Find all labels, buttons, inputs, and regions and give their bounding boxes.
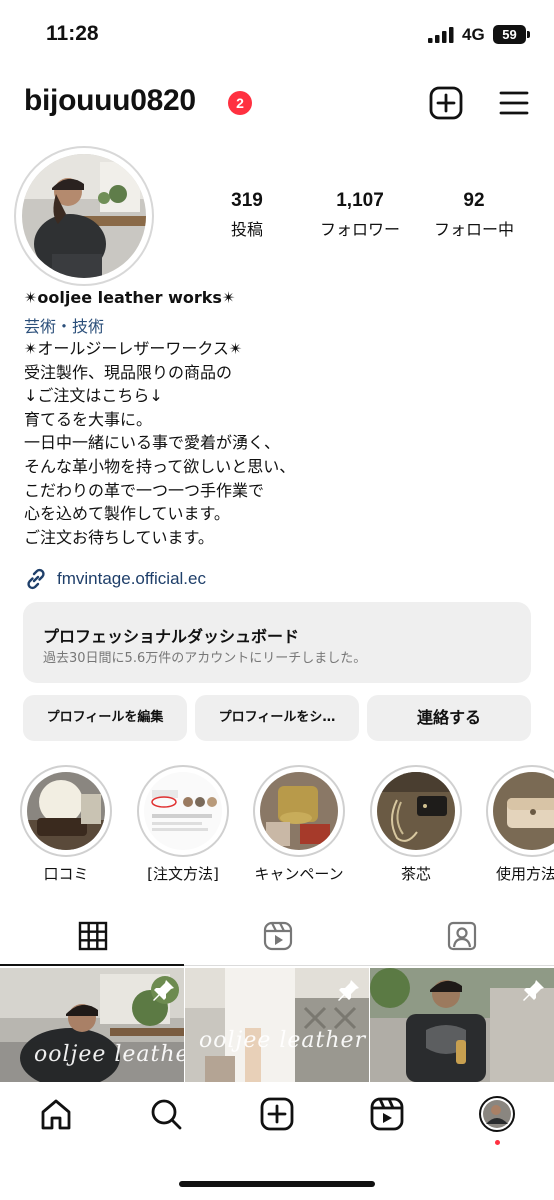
notification-badge: 2 (228, 91, 252, 115)
bottom-nav (0, 1082, 554, 1200)
link-icon (27, 568, 45, 590)
profile-avatar[interactable] (14, 146, 154, 286)
stat-followers[interactable]: 1,107 フォロワー (310, 190, 410, 240)
highlight-label: 使用方法 (496, 865, 554, 883)
bio-line: ↓ご注文はこちら↓ (24, 386, 163, 406)
profile-notification-dot (495, 1140, 500, 1145)
username-title[interactable]: bijouuu0820 (24, 84, 196, 118)
stat-following-label: フォロー中 (433, 220, 514, 239)
highlight-label: キャンペーン (254, 865, 344, 883)
highlight-item[interactable]: キャンペーン (253, 765, 345, 884)
bio-line: こだわりの革で一つ一つ手作業で (24, 480, 265, 500)
search-icon[interactable] (148, 1096, 184, 1132)
tab-grid[interactable] (0, 918, 184, 966)
highlight-cover (144, 772, 222, 850)
bio-text: ✴︎オールジーレザーワークス✴︎ 受注製作、現品限りの商品の ↓ご注文はこちら↓… (24, 337, 524, 549)
home-icon[interactable] (38, 1096, 74, 1132)
bio-line: 一日中一緒にいる事で愛着が湧く、 (24, 433, 281, 453)
bio-display-name: ✴︎ooljee leather works✴︎ (24, 288, 236, 307)
tab-reels[interactable] (185, 918, 369, 966)
highlight-item[interactable]: 口コミ (20, 765, 112, 884)
highlight-label: [注文方法] (147, 865, 219, 883)
status-time: 11:28 (46, 22, 99, 45)
menu-icon[interactable] (499, 88, 529, 118)
signal-icon (428, 27, 454, 43)
battery-cap (527, 31, 530, 38)
reels-icon (263, 921, 293, 951)
dashboard-title: プロフェッショナルダッシュボード (43, 627, 300, 646)
bio-category[interactable]: 芸術・技術 (24, 313, 104, 337)
highlight-cover (260, 772, 338, 850)
bio-line: 育てるを大事に。 (24, 409, 153, 429)
reels-nav-icon[interactable] (369, 1096, 405, 1132)
pin-icon (523, 980, 544, 1001)
post-thumbnail[interactable] (370, 968, 554, 1082)
stat-followers-value: 1,107 (336, 190, 384, 211)
edit-profile-button[interactable]: プロフィールを編集 (23, 695, 187, 741)
create-icon[interactable] (259, 1096, 295, 1132)
bio-link-text[interactable]: fmvintage.official.ec (57, 569, 206, 589)
professional-dashboard-card[interactable]: プロフェッショナルダッシュボード 過去30日間に5.6万件のアカウントにリーチし… (23, 602, 531, 683)
bio-line: ✴︎オールジーレザーワークス✴︎ (24, 339, 243, 358)
share-profile-button[interactable]: プロフィールをシ… (195, 695, 359, 741)
grid-icon (78, 921, 108, 951)
highlight-label: 茶芯 (400, 865, 431, 883)
highlight-cover (377, 772, 455, 850)
home-indicator (179, 1181, 375, 1187)
bio-line: ご注文お待ちしています。 (24, 527, 214, 547)
bio-link[interactable]: fmvintage.official.ec (24, 566, 206, 592)
post-watermark: ooljee leather (199, 1028, 367, 1053)
dashboard-subtitle: 過去30日間に5.6万件のアカウントにリーチしました。 (43, 651, 367, 666)
post-thumbnail[interactable]: ooljee leather (185, 968, 369, 1082)
post-thumbnail[interactable]: ooljee leather (0, 968, 184, 1082)
stat-followers-label: フォロワー (319, 220, 400, 239)
pin-icon (153, 980, 174, 1001)
bio-line: そんな革小物を持って欲しいと思い、 (24, 456, 296, 476)
stat-posts[interactable]: 319 投稿 (197, 190, 297, 240)
highlight-item[interactable]: 茶芯 (370, 765, 462, 884)
profile-avatar-icon[interactable] (479, 1096, 515, 1132)
battery-icon: 59 (493, 25, 526, 44)
highlight-ring (20, 765, 112, 857)
highlight-ring (137, 765, 229, 857)
tagged-icon (447, 921, 477, 951)
highlight-ring (486, 765, 554, 857)
avatar-photo (22, 154, 146, 278)
status-bar: 11:28 4G 59 (0, 0, 554, 70)
highlight-item[interactable]: [注文方法] (137, 765, 229, 884)
highlight-item[interactable]: 使用方法 (486, 765, 554, 884)
bio-line: 受注製作、現品限りの商品の (24, 362, 233, 382)
network-type: 4G (462, 25, 485, 44)
contact-button[interactable]: 連絡する (367, 695, 531, 741)
stat-following-value: 92 (463, 190, 485, 211)
tab-tagged[interactable] (369, 918, 553, 966)
stat-posts-label: 投稿 (230, 220, 263, 239)
stat-posts-value: 319 (231, 190, 263, 211)
pin-icon (338, 980, 359, 1001)
highlight-label: 口コミ (43, 865, 89, 883)
stat-following[interactable]: 92 フォロー中 (424, 190, 524, 240)
post-watermark: ooljee leather (34, 1042, 184, 1067)
highlight-cover (27, 772, 105, 850)
bio-line: 心を込めて製作しています。 (24, 504, 230, 524)
highlight-ring (253, 765, 345, 857)
create-post-icon[interactable] (429, 86, 463, 120)
highlight-cover (493, 772, 554, 850)
tab-active-indicator (0, 964, 184, 966)
highlight-ring (370, 765, 462, 857)
